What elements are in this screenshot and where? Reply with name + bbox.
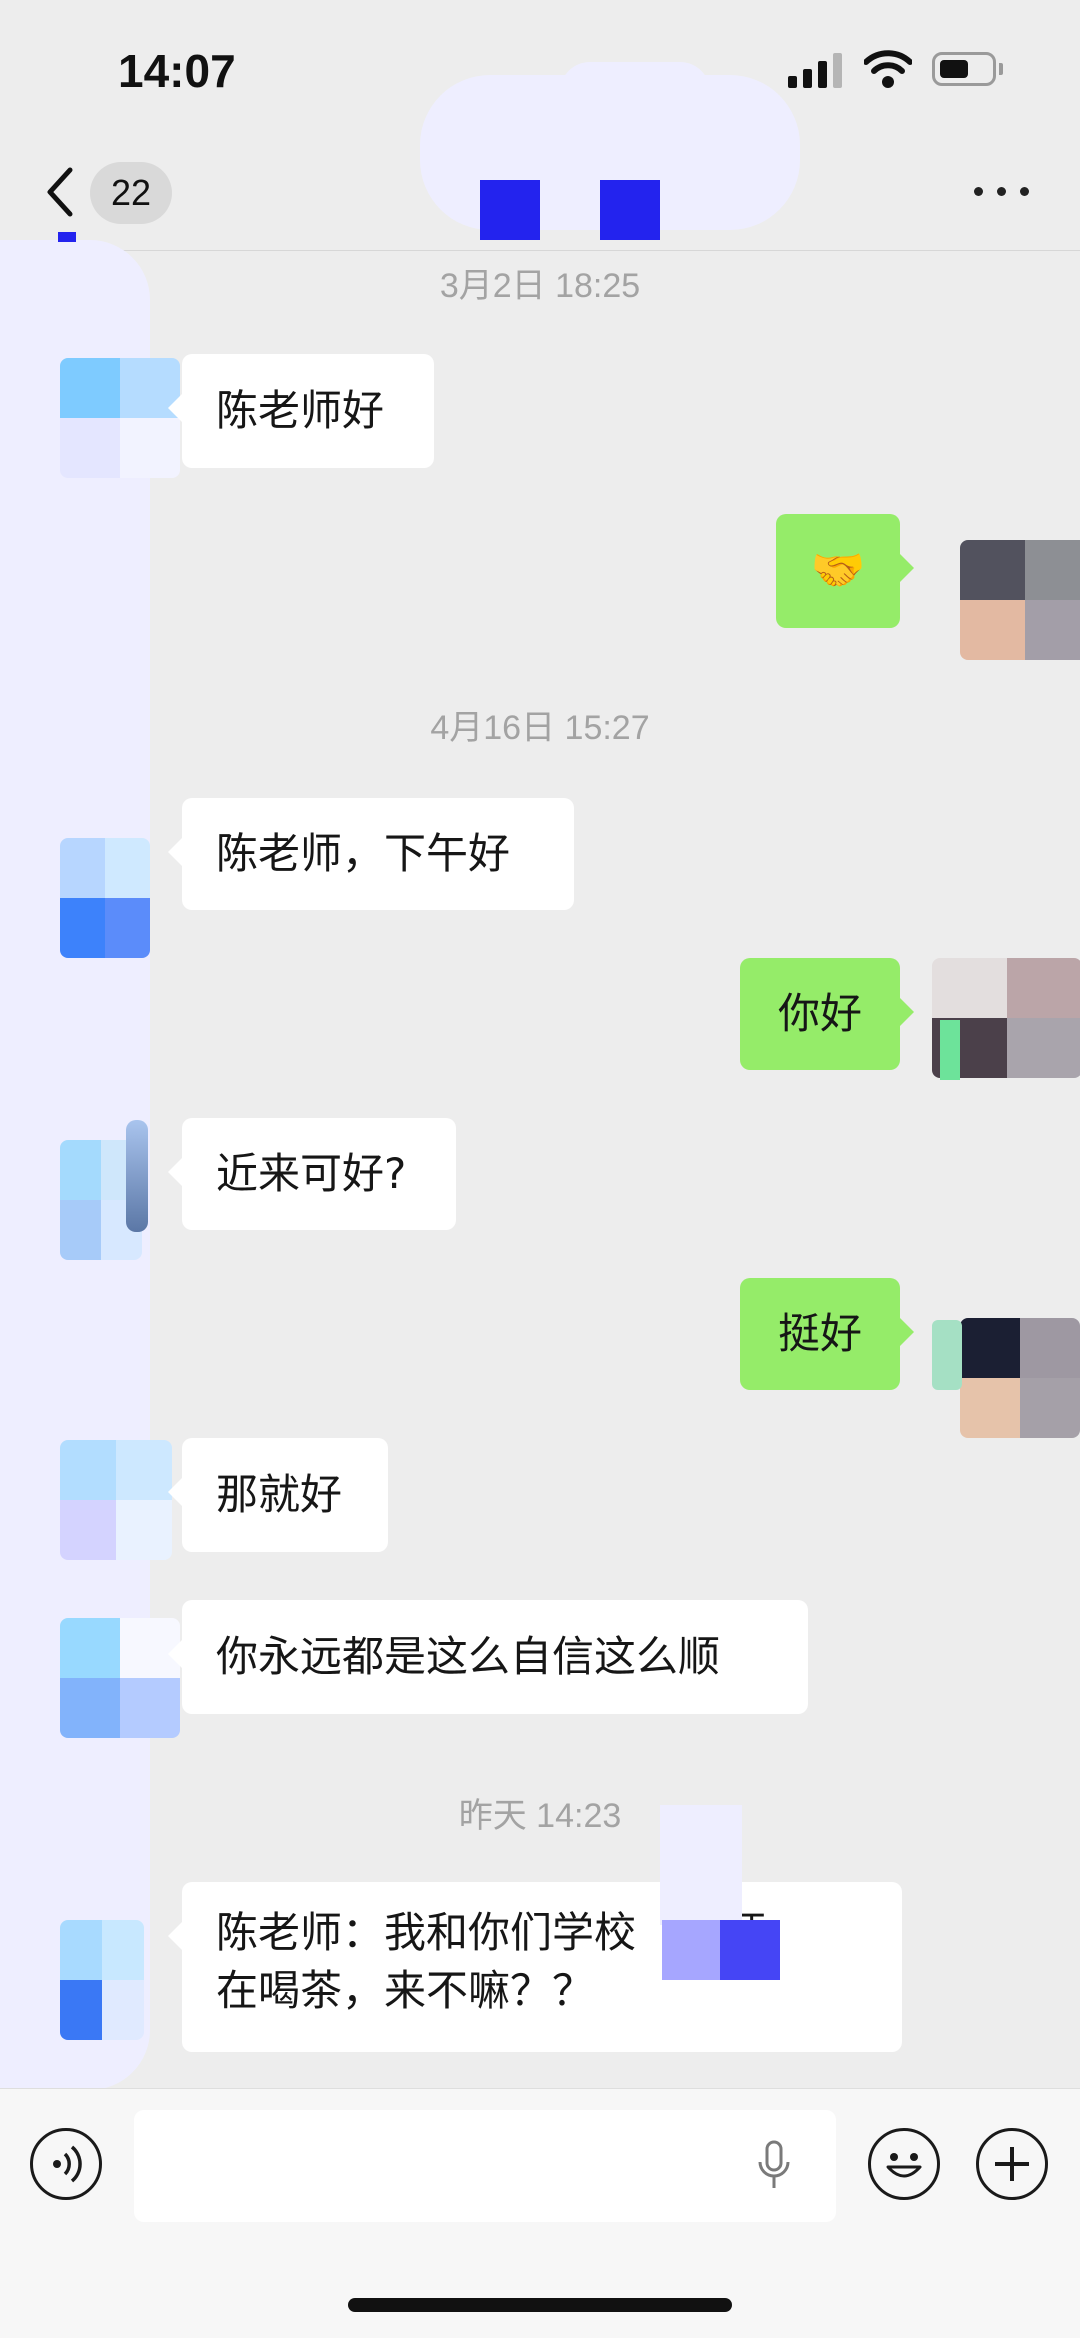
message-text: 你永远都是这么自信这么顺 bbox=[216, 1632, 721, 1681]
message-bubble-out[interactable]: 🤝 bbox=[776, 514, 914, 628]
message-bubble-out[interactable]: 你好 bbox=[740, 958, 914, 1070]
cellular-signal-icon bbox=[788, 52, 844, 88]
message-bubble-in[interactable]: 近来可好? bbox=[168, 1118, 456, 1230]
message-redaction-block bbox=[720, 1920, 780, 1980]
message-bubble-in[interactable]: 陈老师，下午好 bbox=[168, 798, 574, 910]
chat-timestamp: 4月16日 15:27 bbox=[430, 709, 650, 747]
battery-tip bbox=[999, 63, 1003, 75]
avatar-accent bbox=[940, 1020, 960, 1080]
chat-timestamp: 昨天 14:23 bbox=[458, 1797, 622, 1835]
more-dots-icon[interactable] bbox=[974, 170, 1030, 210]
title-redaction-block bbox=[480, 180, 540, 240]
home-indicator[interactable] bbox=[348, 2298, 732, 2312]
message-bubble-in[interactable]: 那就好 bbox=[168, 1438, 388, 1552]
status-time: 14:07 bbox=[118, 45, 236, 97]
message-text: 陈老师：我和你们学校 bbox=[216, 1908, 637, 1957]
microphone-icon[interactable] bbox=[756, 2140, 792, 2192]
message-text: 挺好 bbox=[777, 1309, 862, 1358]
voice-icon[interactable] bbox=[30, 2128, 102, 2200]
message-bubble-in[interactable]: 你永远都是这么自信这么顺 bbox=[168, 1600, 808, 1714]
left-redaction-mark bbox=[58, 232, 76, 242]
wifi-icon bbox=[864, 50, 912, 88]
contact-avatar[interactable] bbox=[60, 1920, 144, 2040]
message-bubble-in[interactable]: 陈老师好 bbox=[168, 354, 434, 468]
contact-avatar[interactable] bbox=[60, 358, 180, 478]
message-bubble-in[interactable]: 陈老师：我和你们学校老师 在喝茶，来不嘛？？ bbox=[168, 1882, 902, 2052]
nav-divider bbox=[0, 250, 1080, 251]
contact-avatar[interactable] bbox=[60, 1618, 180, 1738]
handshake-emoji: 🤝 bbox=[810, 545, 866, 596]
unread-count-badge[interactable]: 22 bbox=[90, 162, 172, 224]
self-avatar[interactable] bbox=[960, 540, 1080, 660]
message-redaction-block bbox=[662, 1920, 722, 1980]
message-text: 近来可好? bbox=[216, 1149, 407, 1198]
title-redaction bbox=[560, 62, 710, 122]
message-redaction bbox=[660, 1805, 742, 1925]
chat-timestamp: 3月2日 18:25 bbox=[439, 267, 641, 305]
message-text: 你好 bbox=[777, 989, 862, 1038]
self-avatar[interactable] bbox=[960, 1318, 1080, 1438]
avatar-accent bbox=[126, 1120, 148, 1232]
message-text: 陈老师好 bbox=[216, 386, 385, 435]
title-redaction-block bbox=[600, 180, 660, 240]
battery-icon bbox=[932, 52, 996, 86]
message-text: 那就好 bbox=[216, 1470, 343, 1519]
message-bubble-out[interactable]: 挺好 bbox=[740, 1278, 914, 1390]
emoji-icon[interactable] bbox=[868, 2128, 940, 2200]
contact-avatar[interactable] bbox=[60, 838, 150, 958]
back-chevron-icon[interactable] bbox=[40, 164, 80, 220]
plus-icon[interactable] bbox=[976, 2128, 1048, 2200]
message-input[interactable] bbox=[134, 2110, 836, 2222]
message-text: 陈老师，下午好 bbox=[216, 829, 511, 878]
avatar-accent bbox=[932, 1320, 962, 1390]
contact-avatar[interactable] bbox=[60, 1440, 172, 1560]
